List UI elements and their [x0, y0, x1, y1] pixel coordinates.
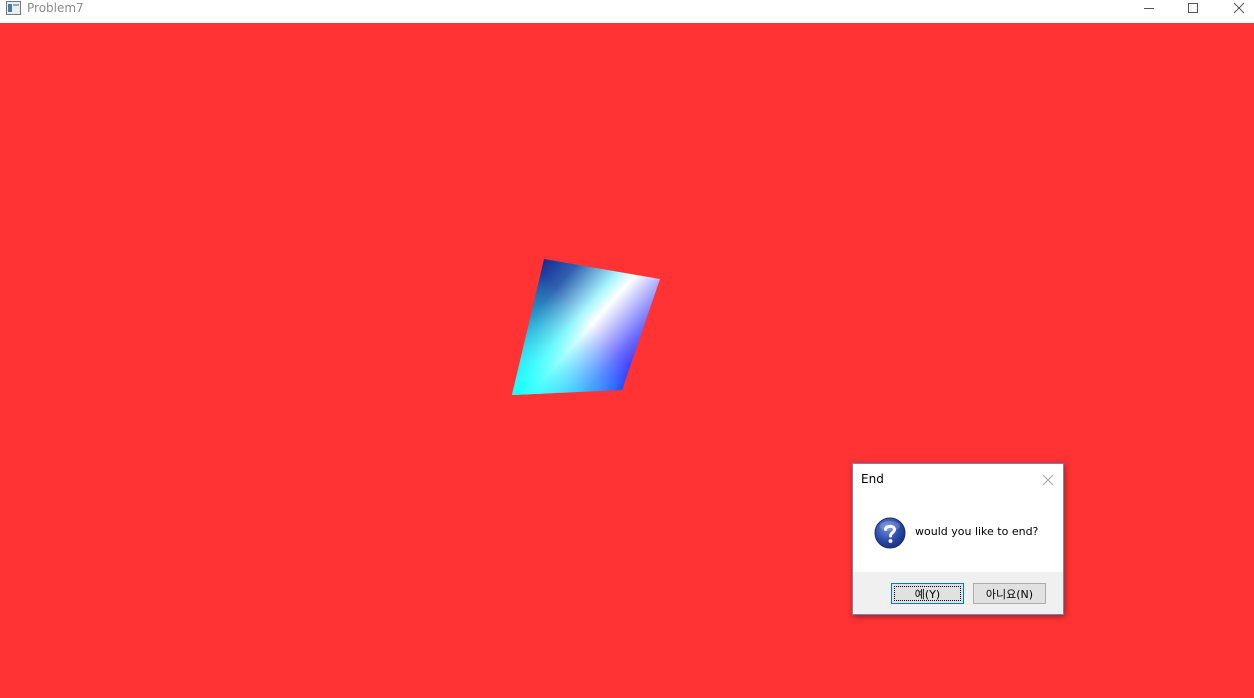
close-icon: [1233, 2, 1245, 14]
close-button[interactable]: [1216, 0, 1254, 17]
dialog-title: End: [861, 472, 884, 486]
render-canvas[interactable]: [0, 23, 1254, 698]
question-icon: [874, 517, 906, 549]
yes-button[interactable]: 예(Y): [891, 583, 964, 604]
close-icon: [1042, 474, 1054, 486]
dialog-close-button[interactable]: [1041, 472, 1055, 486]
maximize-icon: [1188, 3, 1198, 13]
minimize-button[interactable]: [1126, 0, 1172, 17]
maximize-button[interactable]: [1170, 0, 1216, 17]
app-icon: [6, 1, 21, 15]
window-title: Problem7: [27, 1, 84, 15]
message-box-dialog: End would you like to end? 예(Y) 아니요(N): [852, 463, 1064, 615]
minimize-icon: [1144, 8, 1154, 9]
no-button[interactable]: 아니요(N): [973, 583, 1046, 604]
gradient-quad: [512, 259, 660, 395]
app-window: Problem7 End would you like to end? 예(Y)…: [0, 0, 1254, 698]
dialog-message: would you like to end?: [915, 525, 1039, 538]
title-bar[interactable]: Problem7: [0, 0, 1254, 23]
